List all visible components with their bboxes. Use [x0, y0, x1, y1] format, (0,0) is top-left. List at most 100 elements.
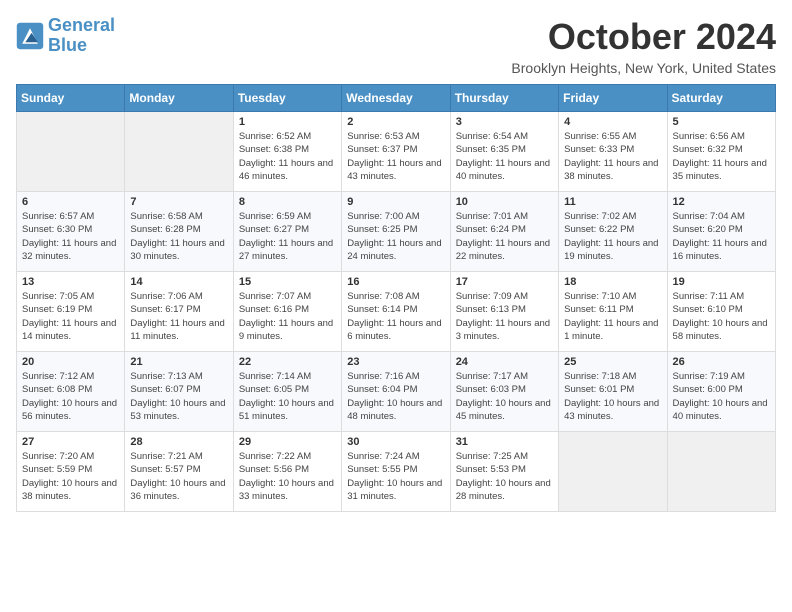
calendar-week-row: 27 Sunrise: 7:20 AM Sunset: 5:59 PM Dayli… — [17, 432, 776, 512]
day-info: Sunrise: 6:59 AM Sunset: 6:27 PM Dayligh… — [239, 210, 336, 263]
day-number: 9 — [347, 196, 444, 208]
calendar-cell: 9 Sunrise: 7:00 AM Sunset: 6:25 PM Daylig… — [342, 192, 450, 272]
day-info: Sunrise: 6:55 AM Sunset: 6:33 PM Dayligh… — [564, 130, 661, 183]
calendar-cell: 5Sunrise: 6:56 AM Sunset: 6:32 PM Daylig… — [667, 112, 775, 192]
calendar-cell: 28Sunrise: 7:21 AM Sunset: 5:57 PM Dayli… — [125, 432, 233, 512]
day-info: Sunrise: 7:16 AM Sunset: 6:04 PM Dayligh… — [347, 370, 444, 423]
logo-icon — [16, 22, 44, 50]
calendar-cell: 26Sunrise: 7:19 AM Sunset: 6:00 PM Dayli… — [667, 352, 775, 432]
calendar-weekday-tuesday: Tuesday — [233, 85, 341, 112]
logo-line1: General — [48, 15, 115, 35]
calendar-cell: 3 Sunrise: 6:54 AM Sunset: 6:35 PM Daylig… — [450, 112, 558, 192]
calendar-week-row: 13 Sunrise: 7:05 AM Sunset: 6:19 PM Dayli… — [17, 272, 776, 352]
day-number: 7 — [130, 196, 227, 208]
calendar-cell: 6Sunrise: 6:57 AM Sunset: 6:30 PM Daylig… — [17, 192, 125, 272]
calendar-cell: 25 Sunrise: 7:18 AM Sunset: 6:01 PM Dayli… — [559, 352, 667, 432]
calendar-week-row: 6Sunrise: 6:57 AM Sunset: 6:30 PM Daylig… — [17, 192, 776, 272]
calendar-cell: 12Sunrise: 7:04 AM Sunset: 6:20 PM Dayli… — [667, 192, 775, 272]
calendar-cell: 23 Sunrise: 7:16 AM Sunset: 6:04 PM Dayli… — [342, 352, 450, 432]
calendar-cell: 15Sunrise: 7:07 AM Sunset: 6:16 PM Dayli… — [233, 272, 341, 352]
day-number: 22 — [239, 356, 336, 368]
calendar-cell: 18Sunrise: 7:10 AM Sunset: 6:11 PM Dayli… — [559, 272, 667, 352]
calendar-cell: 20Sunrise: 7:12 AM Sunset: 6:08 PM Dayli… — [17, 352, 125, 432]
day-info: Sunrise: 7:06 AM Sunset: 6:17 PM Dayligh… — [130, 290, 227, 343]
page-header: General Blue October 2024 Brooklyn Heigh… — [16, 16, 776, 76]
day-info: Sunrise: 7:09 AM Sunset: 6:13 PM Dayligh… — [456, 290, 553, 343]
day-number: 24 — [456, 356, 553, 368]
calendar-cell: 10 Sunrise: 7:01 AM Sunset: 6:24 PM Dayli… — [450, 192, 558, 272]
calendar-cell: 13 Sunrise: 7:05 AM Sunset: 6:19 PM Dayli… — [17, 272, 125, 352]
calendar-cell: 11 Sunrise: 7:02 AM Sunset: 6:22 PM Dayli… — [559, 192, 667, 272]
day-number: 5 — [673, 116, 770, 128]
day-info: Sunrise: 7:08 AM Sunset: 6:14 PM Dayligh… — [347, 290, 444, 343]
day-info: Sunrise: 6:52 AM Sunset: 6:38 PM Dayligh… — [239, 130, 336, 183]
day-info: Sunrise: 7:18 AM Sunset: 6:01 PM Dayligh… — [564, 370, 661, 423]
day-number: 18 — [564, 276, 661, 288]
day-info: Sunrise: 7:05 AM Sunset: 6:19 PM Dayligh… — [22, 290, 119, 343]
day-info: Sunrise: 7:02 AM Sunset: 6:22 PM Dayligh… — [564, 210, 661, 263]
title-block: October 2024 Brooklyn Heights, New York,… — [511, 16, 776, 76]
day-info: Sunrise: 7:22 AM Sunset: 5:56 PM Dayligh… — [239, 450, 336, 503]
day-info: Sunrise: 7:11 AM Sunset: 6:10 PM Dayligh… — [673, 290, 770, 343]
day-info: Sunrise: 7:25 AM Sunset: 5:53 PM Dayligh… — [456, 450, 553, 503]
day-number: 13 — [22, 276, 119, 288]
day-number: 30 — [347, 436, 444, 448]
calendar-cell: 16Sunrise: 7:08 AM Sunset: 6:14 PM Dayli… — [342, 272, 450, 352]
day-number: 28 — [130, 436, 227, 448]
day-info: Sunrise: 7:04 AM Sunset: 6:20 PM Dayligh… — [673, 210, 770, 263]
calendar-cell: 21 Sunrise: 7:13 AM Sunset: 6:07 PM Dayli… — [125, 352, 233, 432]
calendar-cell: 31Sunrise: 7:25 AM Sunset: 5:53 PM Dayli… — [450, 432, 558, 512]
day-info: Sunrise: 7:20 AM Sunset: 5:59 PM Dayligh… — [22, 450, 119, 503]
day-number: 3 — [456, 116, 553, 128]
day-number: 1 — [239, 116, 336, 128]
day-number: 8 — [239, 196, 336, 208]
location-title: Brooklyn Heights, New York, United State… — [511, 60, 776, 76]
day-number: 11 — [564, 196, 661, 208]
calendar-cell: 27 Sunrise: 7:20 AM Sunset: 5:59 PM Dayli… — [17, 432, 125, 512]
calendar-cell: 17 Sunrise: 7:09 AM Sunset: 6:13 PM Dayli… — [450, 272, 558, 352]
calendar-week-row: 1 Sunrise: 6:52 AM Sunset: 6:38 PM Daylig… — [17, 112, 776, 192]
day-number: 29 — [239, 436, 336, 448]
calendar-cell — [559, 432, 667, 512]
calendar-cell — [17, 112, 125, 192]
calendar-cell: 8 Sunrise: 6:59 AM Sunset: 6:27 PM Daylig… — [233, 192, 341, 272]
day-info: Sunrise: 7:24 AM Sunset: 5:55 PM Dayligh… — [347, 450, 444, 503]
day-info: Sunrise: 7:00 AM Sunset: 6:25 PM Dayligh… — [347, 210, 444, 263]
calendar-weekday-monday: Monday — [125, 85, 233, 112]
calendar-weekday-saturday: Saturday — [667, 85, 775, 112]
calendar-cell: 29 Sunrise: 7:22 AM Sunset: 5:56 PM Dayli… — [233, 432, 341, 512]
calendar-cell: 30 Sunrise: 7:24 AM Sunset: 5:55 PM Dayli… — [342, 432, 450, 512]
calendar-weekday-friday: Friday — [559, 85, 667, 112]
day-number: 15 — [239, 276, 336, 288]
day-number: 14 — [130, 276, 227, 288]
day-info: Sunrise: 7:13 AM Sunset: 6:07 PM Dayligh… — [130, 370, 227, 423]
day-number: 17 — [456, 276, 553, 288]
calendar-cell: 22Sunrise: 7:14 AM Sunset: 6:05 PM Dayli… — [233, 352, 341, 432]
day-info: Sunrise: 6:54 AM Sunset: 6:35 PM Dayligh… — [456, 130, 553, 183]
day-info: Sunrise: 7:01 AM Sunset: 6:24 PM Dayligh… — [456, 210, 553, 263]
day-info: Sunrise: 6:57 AM Sunset: 6:30 PM Dayligh… — [22, 210, 119, 263]
day-number: 25 — [564, 356, 661, 368]
calendar-week-row: 20Sunrise: 7:12 AM Sunset: 6:08 PM Dayli… — [17, 352, 776, 432]
day-number: 19 — [673, 276, 770, 288]
calendar-cell — [125, 112, 233, 192]
day-info: Sunrise: 6:58 AM Sunset: 6:28 PM Dayligh… — [130, 210, 227, 263]
calendar-cell — [667, 432, 775, 512]
logo-line2: Blue — [48, 35, 87, 55]
day-number: 21 — [130, 356, 227, 368]
day-number: 27 — [22, 436, 119, 448]
day-info: Sunrise: 7:19 AM Sunset: 6:00 PM Dayligh… — [673, 370, 770, 423]
calendar-cell: 1 Sunrise: 6:52 AM Sunset: 6:38 PM Daylig… — [233, 112, 341, 192]
calendar-cell: 14 Sunrise: 7:06 AM Sunset: 6:17 PM Dayli… — [125, 272, 233, 352]
calendar-cell: 2 Sunrise: 6:53 AM Sunset: 6:37 PM Daylig… — [342, 112, 450, 192]
calendar-cell: 19 Sunrise: 7:11 AM Sunset: 6:10 PM Dayli… — [667, 272, 775, 352]
calendar-table: SundayMondayTuesdayWednesdayThursdayFrid… — [16, 84, 776, 512]
day-number: 10 — [456, 196, 553, 208]
day-number: 20 — [22, 356, 119, 368]
day-number: 23 — [347, 356, 444, 368]
day-info: Sunrise: 7:17 AM Sunset: 6:03 PM Dayligh… — [456, 370, 553, 423]
day-info: Sunrise: 6:53 AM Sunset: 6:37 PM Dayligh… — [347, 130, 444, 183]
logo-text: General Blue — [48, 16, 115, 56]
calendar-cell: 7 Sunrise: 6:58 AM Sunset: 6:28 PM Daylig… — [125, 192, 233, 272]
day-number: 2 — [347, 116, 444, 128]
